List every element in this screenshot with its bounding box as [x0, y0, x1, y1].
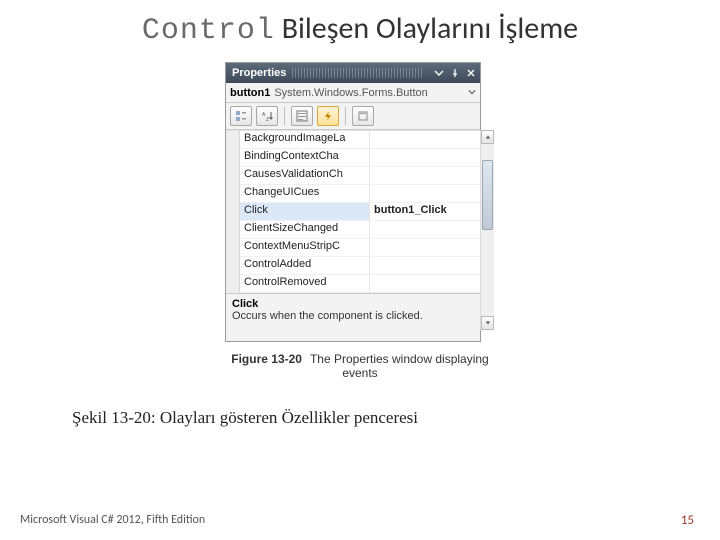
slide-number: 15	[681, 513, 694, 528]
title-code: Control	[142, 14, 275, 48]
close-icon[interactable]	[464, 66, 478, 80]
property-value[interactable]	[370, 185, 480, 203]
property-row[interactable]: BackgroundImageLa	[226, 131, 480, 149]
property-name: ControlAdded	[240, 257, 370, 275]
property-name: BindingContextCha	[240, 149, 370, 167]
property-value[interactable]	[370, 167, 480, 185]
toolbar-separator-2	[345, 107, 346, 125]
row-gutter	[226, 185, 240, 203]
slide-title: Control Bileşen Olaylarını İşleme	[0, 0, 720, 54]
property-name: CausesValidationCh	[240, 167, 370, 185]
property-value[interactable]	[370, 257, 480, 275]
description-text: Occurs when the component is clicked.	[232, 310, 474, 322]
property-value[interactable]	[370, 149, 480, 167]
scroll-up-button[interactable]	[481, 130, 494, 144]
object-name: button1	[230, 87, 270, 99]
property-row[interactable]: ControlAdded	[226, 257, 480, 275]
figure-wrap: Properties button1 System.Windows.Forms.…	[225, 62, 495, 380]
alphabetical-button[interactable]: AZ	[256, 106, 278, 126]
footer-left: Microsoft Visual C# 2012, Fifth Edition	[20, 513, 205, 528]
chevron-down-icon[interactable]	[468, 87, 476, 99]
scroll-thumb[interactable]	[482, 160, 493, 230]
sekil-caption: Şekil 13-20: Olayları gösteren Özellikle…	[72, 408, 720, 428]
row-gutter	[226, 203, 240, 221]
properties-window: Properties button1 System.Windows.Forms.…	[225, 62, 481, 342]
titlebar-grip	[292, 68, 424, 78]
figure-caption: Figure 13-20 The Properties window displa…	[225, 352, 495, 380]
properties-grid[interactable]: BackgroundImageLaBindingContextChaCauses…	[226, 130, 480, 293]
properties-title: Properties	[232, 67, 286, 79]
row-gutter	[226, 131, 240, 149]
properties-titlebar[interactable]: Properties	[226, 63, 480, 83]
property-value[interactable]: button1_Click	[370, 203, 480, 221]
property-pages-button[interactable]	[352, 106, 374, 126]
slide-footer: Microsoft Visual C# 2012, Fifth Edition …	[0, 513, 720, 528]
categorized-button[interactable]	[230, 106, 252, 126]
property-name: ContextMenuStripC	[240, 239, 370, 257]
property-row[interactable]: ChangeUICues	[226, 185, 480, 203]
svg-text:Z: Z	[266, 117, 269, 122]
pin-icon[interactable]	[448, 66, 462, 80]
row-gutter	[226, 275, 240, 293]
figure-number: Figure 13-20	[231, 352, 302, 366]
object-type: System.Windows.Forms.Button	[274, 87, 466, 99]
properties-window-wrap: Properties button1 System.Windows.Forms.…	[225, 62, 495, 342]
row-gutter	[226, 239, 240, 257]
property-name: ChangeUICues	[240, 185, 370, 203]
events-button[interactable]	[317, 106, 339, 126]
description-title: Click	[232, 298, 474, 310]
property-value[interactable]	[370, 131, 480, 149]
property-name: Click	[240, 203, 370, 221]
property-value[interactable]	[370, 221, 480, 239]
dropdown-icon[interactable]	[432, 66, 446, 80]
properties-toolbar: AZ	[226, 103, 480, 130]
property-row[interactable]: CausesValidationCh	[226, 167, 480, 185]
property-row[interactable]: ContextMenuStripC	[226, 239, 480, 257]
toolbar-separator	[284, 107, 285, 125]
description-pane: Click Occurs when the component is click…	[226, 293, 480, 341]
figure-text: The Properties window displaying events	[310, 352, 489, 380]
property-row[interactable]: BindingContextCha	[226, 149, 480, 167]
property-value[interactable]	[370, 239, 480, 257]
property-name: ControlRemoved	[240, 275, 370, 293]
property-row[interactable]: Clickbutton1_Click	[226, 203, 480, 221]
property-name: BackgroundImageLa	[240, 131, 370, 149]
row-gutter	[226, 257, 240, 275]
row-gutter	[226, 149, 240, 167]
property-row[interactable]: ControlRemoved	[226, 275, 480, 293]
row-gutter	[226, 167, 240, 185]
scrollbar[interactable]	[480, 130, 494, 330]
property-row[interactable]: ClientSizeChanged	[226, 221, 480, 239]
scroll-down-button[interactable]	[481, 316, 494, 330]
property-name: ClientSizeChanged	[240, 221, 370, 239]
properties-button[interactable]	[291, 106, 313, 126]
object-selector[interactable]: button1 System.Windows.Forms.Button	[226, 83, 480, 103]
row-gutter	[226, 221, 240, 239]
property-value[interactable]	[370, 275, 480, 293]
title-rest: Bileşen Olaylarını İşleme	[275, 10, 578, 47]
